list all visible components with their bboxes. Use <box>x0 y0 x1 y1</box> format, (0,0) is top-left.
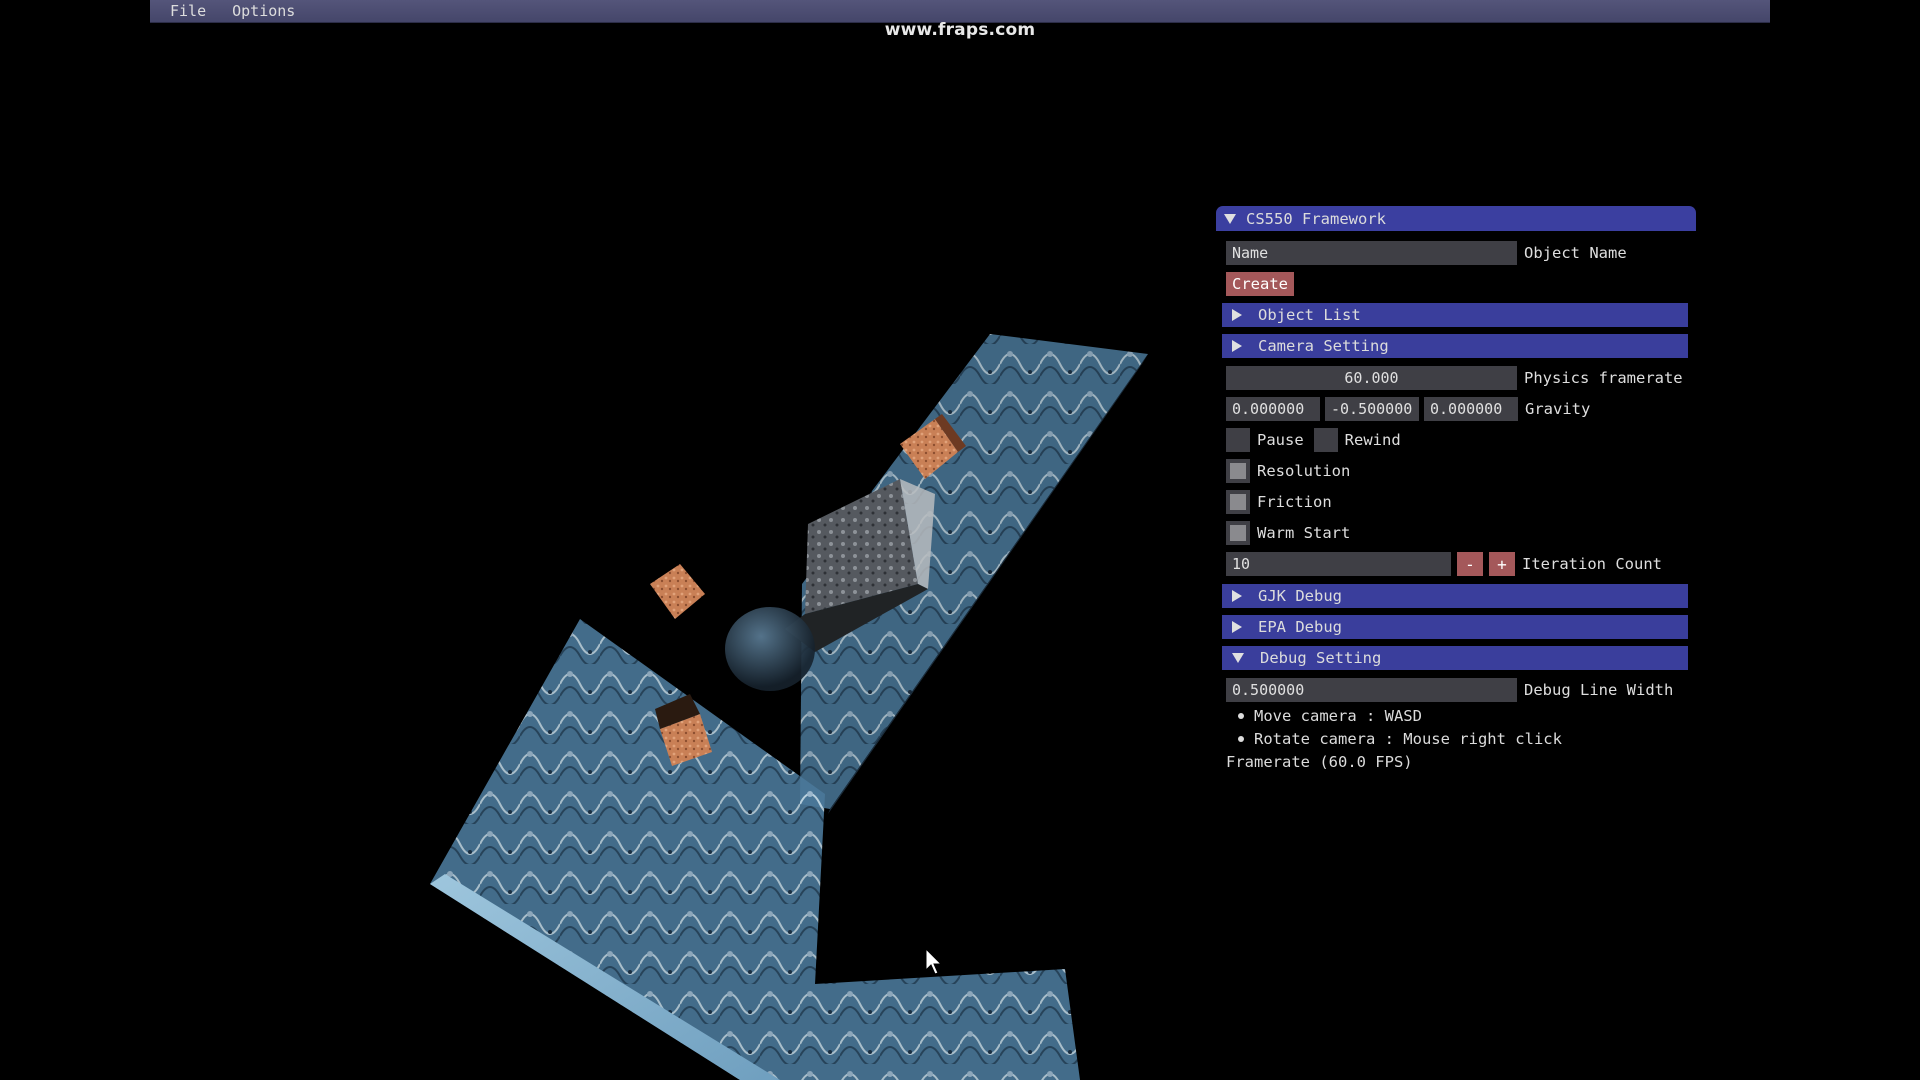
warm-start-row: Warm Start <box>1226 521 1350 545</box>
window-titlebar[interactable]: CS550 Framework <box>1216 206 1696 231</box>
debug-setting-header[interactable]: Debug Setting <box>1222 646 1688 670</box>
checkbox-mark <box>1230 463 1246 479</box>
triangle-right-icon <box>1232 340 1242 352</box>
triangle-right-icon <box>1232 309 1242 321</box>
bullet-icon <box>1238 713 1244 719</box>
debug-line-width-row: 0.500000 Debug Line Width <box>1226 678 1673 702</box>
iteration-count-label: Iteration Count <box>1522 555 1662 573</box>
gravity-row: 0.000000 -0.500000 0.000000 Gravity <box>1226 397 1590 421</box>
object-name-input[interactable]: Name <box>1226 241 1517 265</box>
camera-setting-header[interactable]: Camera Setting <box>1222 334 1688 358</box>
gravity-y-input[interactable]: -0.500000 <box>1325 397 1419 421</box>
create-button[interactable]: Create <box>1226 272 1294 296</box>
pause-label: Pause <box>1257 431 1304 449</box>
gjk-debug-label: GJK Debug <box>1258 587 1342 605</box>
object-name-label: Object Name <box>1524 244 1627 262</box>
help-move-camera-text: Move camera : WASD <box>1254 707 1422 725</box>
help-rotate-camera-text: Rotate camera : Mouse right click <box>1254 730 1562 748</box>
window-title: CS550 Framework <box>1246 209 1386 228</box>
gravity-x-input[interactable]: 0.000000 <box>1226 397 1320 421</box>
bullet-icon <box>1238 736 1244 742</box>
framerate-text: Framerate (60.0 FPS) <box>1226 753 1413 771</box>
rewind-label: Rewind <box>1344 431 1401 449</box>
object-name-row: Name Object Name <box>1226 241 1627 265</box>
menu-file[interactable]: File <box>162 2 214 20</box>
resolution-checkbox[interactable] <box>1226 459 1250 483</box>
physics-framerate-label: Physics framerate <box>1524 369 1683 387</box>
debug-setting-label: Debug Setting <box>1260 649 1382 667</box>
gjk-debug-header[interactable]: GJK Debug <box>1222 584 1688 608</box>
gravity-z-input[interactable]: 0.000000 <box>1424 397 1518 421</box>
help-move-camera: Move camera : WASD <box>1238 707 1422 725</box>
friction-row: Friction <box>1226 490 1332 514</box>
pause-checkbox[interactable] <box>1226 428 1250 452</box>
menu-options[interactable]: Options <box>224 2 303 20</box>
physics-framerate-slider[interactable]: 60.000 <box>1226 366 1517 390</box>
friction-checkbox[interactable] <box>1226 490 1250 514</box>
physics-framerate-value: 60.000 <box>1344 369 1399 387</box>
triangle-right-icon <box>1232 621 1242 633</box>
cs550-framework-window: CS550 Framework Name Object Name Create … <box>1216 206 1696 786</box>
warm-start-checkbox[interactable] <box>1226 521 1250 545</box>
debug-line-width-label: Debug Line Width <box>1524 681 1674 699</box>
resolution-label: Resolution <box>1257 462 1351 480</box>
object-list-label: Object List <box>1258 306 1361 324</box>
warm-start-label: Warm Start <box>1257 524 1351 542</box>
sphere <box>725 607 815 691</box>
epa-debug-label: EPA Debug <box>1258 618 1342 636</box>
triangle-down-icon[interactable] <box>1224 213 1236 224</box>
object-list-header[interactable]: Object List <box>1222 303 1688 327</box>
camera-setting-label: Camera Setting <box>1258 337 1389 355</box>
triangle-right-icon <box>1232 590 1242 602</box>
iteration-decrement-button[interactable]: - <box>1457 552 1483 576</box>
pause-rewind-row: Pause Rewind <box>1226 428 1401 452</box>
debug-line-width-input[interactable]: 0.500000 <box>1226 678 1517 702</box>
physics-framerate-row: 60.000 Physics framerate <box>1226 366 1683 390</box>
gravity-label: Gravity <box>1525 400 1591 418</box>
help-rotate-camera: Rotate camera : Mouse right click <box>1238 730 1562 748</box>
create-row: Create <box>1226 272 1294 296</box>
epa-debug-header[interactable]: EPA Debug <box>1222 615 1688 639</box>
rewind-checkbox[interactable] <box>1313 428 1338 452</box>
iteration-increment-button[interactable]: + <box>1489 552 1515 576</box>
resolution-row: Resolution <box>1226 459 1350 483</box>
checkbox-mark <box>1230 494 1246 510</box>
triangle-down-icon <box>1232 653 1244 663</box>
iteration-count-row: 10 - + Iteration Count <box>1226 552 1662 576</box>
mouse-pointer-icon <box>925 948 943 975</box>
cork-cube-2 <box>650 564 705 619</box>
iteration-count-input[interactable]: 10 <box>1226 552 1451 576</box>
friction-label: Friction <box>1257 493 1332 511</box>
checkbox-mark <box>1230 525 1246 541</box>
